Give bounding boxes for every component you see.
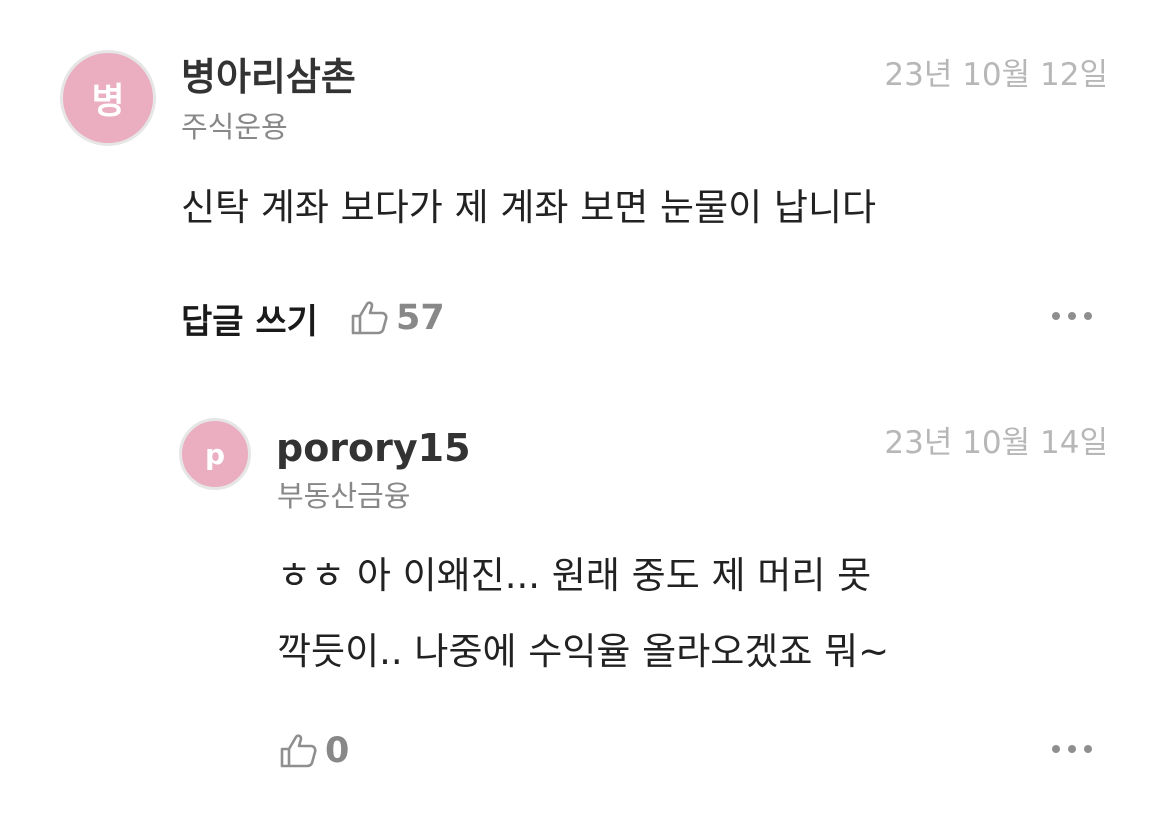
like-count: 57 (395, 298, 445, 338)
comment-text-line: 깍듯이.. 나중에 수익율 올라오겠죠 뭐~ (277, 630, 890, 673)
comment-author[interactable]: porory15 (276, 429, 471, 467)
more-dot (1068, 312, 1076, 320)
comment-date: 23년 10월 12일 (884, 57, 1108, 93)
more-dot (1068, 745, 1076, 753)
author-subtitle: 부동산금융 (277, 479, 411, 513)
avatar-letter: p (204, 437, 226, 471)
thumbs-up-icon (351, 301, 388, 335)
avatar[interactable]: p (179, 418, 251, 490)
thumbs-up-icon (280, 734, 317, 768)
like-button[interactable]: 0 (279, 731, 349, 771)
comment-text-line: ㅎㅎ 아 이왜진... 원래 중도 제 머리 못 (277, 554, 872, 597)
more-options-button[interactable] (1052, 745, 1092, 753)
like-button[interactable]: 57 (350, 298, 445, 338)
more-options-button[interactable] (1052, 312, 1092, 320)
comment-date: 23년 10월 14일 (884, 425, 1108, 461)
more-dot (1052, 745, 1060, 753)
like-count: 0 (325, 731, 350, 771)
more-dot (1052, 312, 1060, 320)
reply-button[interactable]: 답글 쓰기 (181, 294, 318, 343)
avatar-letter: 병 (91, 81, 125, 122)
avatar[interactable]: 병 (60, 50, 156, 146)
comment-text: 신탁 계좌 보다가 제 계좌 보면 눈물이 납니다 (181, 186, 877, 229)
more-dot (1084, 312, 1092, 320)
comment-author[interactable]: 병아리삼촌 (181, 58, 356, 96)
comment-actions: 0 (279, 729, 349, 773)
comment-actions: 답글 쓰기 57 (181, 294, 445, 343)
more-dot (1084, 745, 1092, 753)
author-subtitle: 주식운용 (181, 110, 288, 144)
